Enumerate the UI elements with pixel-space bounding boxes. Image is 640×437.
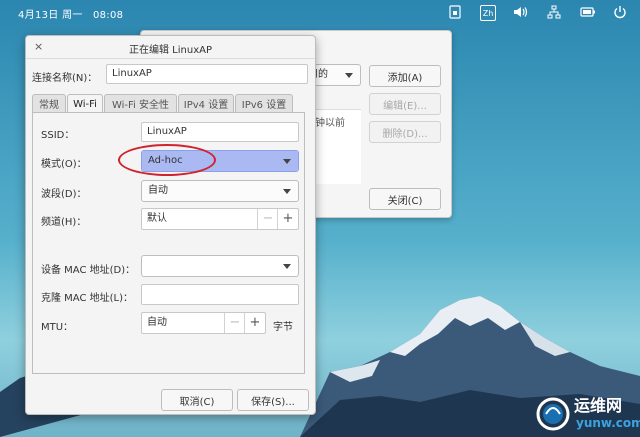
mode-combo[interactable]: Ad-hoc	[141, 150, 299, 172]
watermark-text: 运维网	[574, 396, 623, 415]
channel-value: 默认	[147, 213, 167, 224]
keyboard-indicator-icon[interactable]	[447, 4, 463, 20]
edit-connection-dialog: × 正在编辑 LinuxAP 连接名称(N)： LinuxAP 常规 Wi-Fi…	[25, 35, 316, 415]
mode-label: 模式(O)：	[41, 159, 87, 170]
clock[interactable]: 4月13日 周一 08:08	[18, 6, 123, 21]
mtu-decrement-button[interactable]: −	[224, 313, 245, 333]
mode-value: Ad-hoc	[148, 155, 183, 166]
device-mac-combo[interactable]	[141, 255, 299, 277]
mtu-value: 自动	[147, 317, 167, 328]
save-button[interactable]: 保存(S)...	[237, 389, 309, 411]
band-combo[interactable]: 自动	[141, 180, 299, 202]
chevron-down-icon	[283, 264, 291, 269]
chevron-down-icon	[345, 73, 353, 78]
ssid-label: SSID：	[41, 130, 75, 141]
mtu-stepper[interactable]: 自动 − +	[141, 312, 266, 334]
cancel-button[interactable]: 取消(C)	[161, 389, 233, 411]
watermark-subtext: yunw.com	[576, 416, 640, 430]
connection-last-used: 钟以前	[315, 118, 345, 129]
tab-wifi[interactable]: Wi-Fi	[67, 94, 103, 113]
mtu-unit-label: 字节	[273, 322, 293, 333]
watermark-logo-icon	[536, 397, 570, 431]
channel-stepper[interactable]: 默认 − +	[141, 208, 299, 230]
ssid-input[interactable]: LinuxAP	[141, 122, 299, 142]
dialog-title: 正在编辑 LinuxAP	[129, 45, 212, 56]
tab-general[interactable]: 常规	[32, 94, 66, 112]
connection-name-label: 连接名称(N)：	[32, 73, 98, 84]
cloned-mac-label: 克隆 MAC 地址(L)：	[41, 293, 134, 304]
volume-icon[interactable]	[513, 4, 529, 20]
close-window-button[interactable]: 关闭(C)	[369, 188, 441, 210]
band-value: 自动	[148, 185, 168, 196]
dialog-titlebar[interactable]: × 正在编辑 LinuxAP	[26, 36, 315, 59]
battery-icon[interactable]	[580, 4, 596, 20]
edit-connection-button[interactable]: 编辑(E)...	[369, 93, 441, 115]
input-method-indicator[interactable]: Zh	[480, 5, 496, 21]
watermark: 运维网 yunw.com	[536, 392, 640, 437]
connection-name-input[interactable]: LinuxAP	[106, 64, 308, 84]
connection-list[interactable]: 钟以前	[313, 109, 361, 184]
top-panel: 4月13日 周一 08:08 Zh	[0, 0, 640, 24]
power-icon[interactable]	[612, 4, 628, 20]
channel-decrement-button[interactable]: −	[257, 209, 278, 229]
input-method-label: Zh	[482, 8, 494, 18]
chevron-down-icon	[283, 159, 291, 164]
chevron-down-icon	[283, 189, 291, 194]
network-icon[interactable]	[546, 4, 562, 20]
mtu-increment-button[interactable]: +	[244, 313, 265, 333]
tab-ipv4[interactable]: IPv4 设置	[178, 94, 234, 112]
tab-wifi-security[interactable]: Wi-Fi 安全性	[104, 94, 177, 112]
device-mac-label: 设备 MAC 地址(D)：	[41, 265, 136, 276]
delete-connection-button[interactable]: 删除(D)...	[369, 121, 441, 143]
band-label: 波段(D)：	[41, 189, 87, 200]
cloned-mac-input[interactable]	[141, 284, 299, 305]
add-connection-button[interactable]: 添加(A)	[369, 65, 441, 87]
channel-increment-button[interactable]: +	[277, 209, 298, 229]
channel-label: 频道(H)：	[41, 217, 87, 228]
mtu-label: MTU：	[41, 322, 74, 333]
wifi-settings-panel: SSID： LinuxAP 模式(O)： Ad-hoc 波段(D)： 自动 频道…	[32, 112, 305, 374]
tab-ipv6[interactable]: IPv6 设置	[235, 94, 293, 112]
